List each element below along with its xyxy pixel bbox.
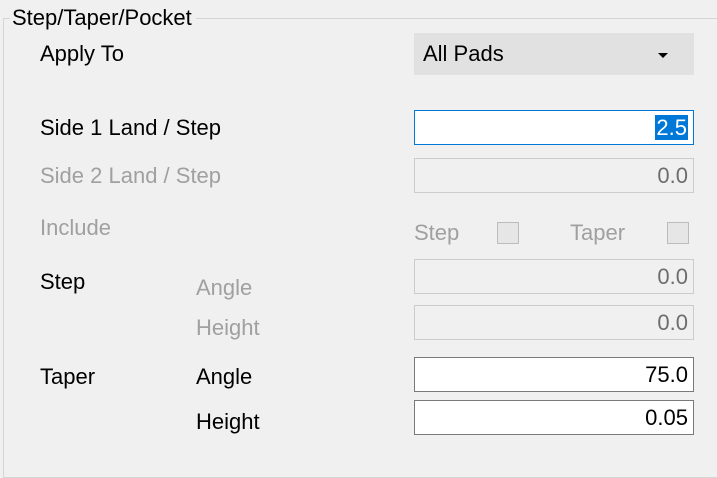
- include-step-checkbox[interactable]: [497, 222, 519, 244]
- include-taper-label: Taper: [570, 220, 626, 245]
- taper-section-label: Taper: [40, 364, 96, 389]
- step-angle-label: Angle: [196, 275, 253, 300]
- include-step-label: Step: [414, 220, 460, 245]
- include-taper-checkbox[interactable]: [667, 222, 689, 244]
- side1-land-step-label: Side 1 Land / Step: [40, 115, 222, 140]
- taper-angle-input[interactable]: 75.0: [414, 357, 694, 392]
- taper-height-input[interactable]: 0.05: [414, 400, 694, 435]
- dropdown-arrow-icon: [658, 53, 668, 58]
- step-section-label: Step: [40, 269, 86, 294]
- group-box-title: Step/Taper/Pocket: [10, 4, 196, 32]
- taper-height-label: Height: [196, 409, 260, 434]
- apply-to-value: All Pads: [423, 41, 504, 66]
- taper-angle-label: Angle: [196, 364, 253, 389]
- step-height-label: Height: [196, 315, 260, 340]
- include-label: Include: [40, 215, 111, 240]
- side2-land-step-input[interactable]: 0.0: [414, 158, 694, 193]
- side1-selected-text: 2.5: [655, 115, 688, 140]
- side2-land-step-label: Side 2 Land / Step: [40, 163, 222, 188]
- step-angle-input[interactable]: 0.0: [414, 259, 694, 294]
- apply-to-label: Apply To: [40, 41, 124, 66]
- side1-land-step-input[interactable]: 2.5: [414, 110, 694, 145]
- apply-to-dropdown[interactable]: All Pads: [414, 33, 694, 75]
- step-height-input[interactable]: 0.0: [414, 305, 694, 340]
